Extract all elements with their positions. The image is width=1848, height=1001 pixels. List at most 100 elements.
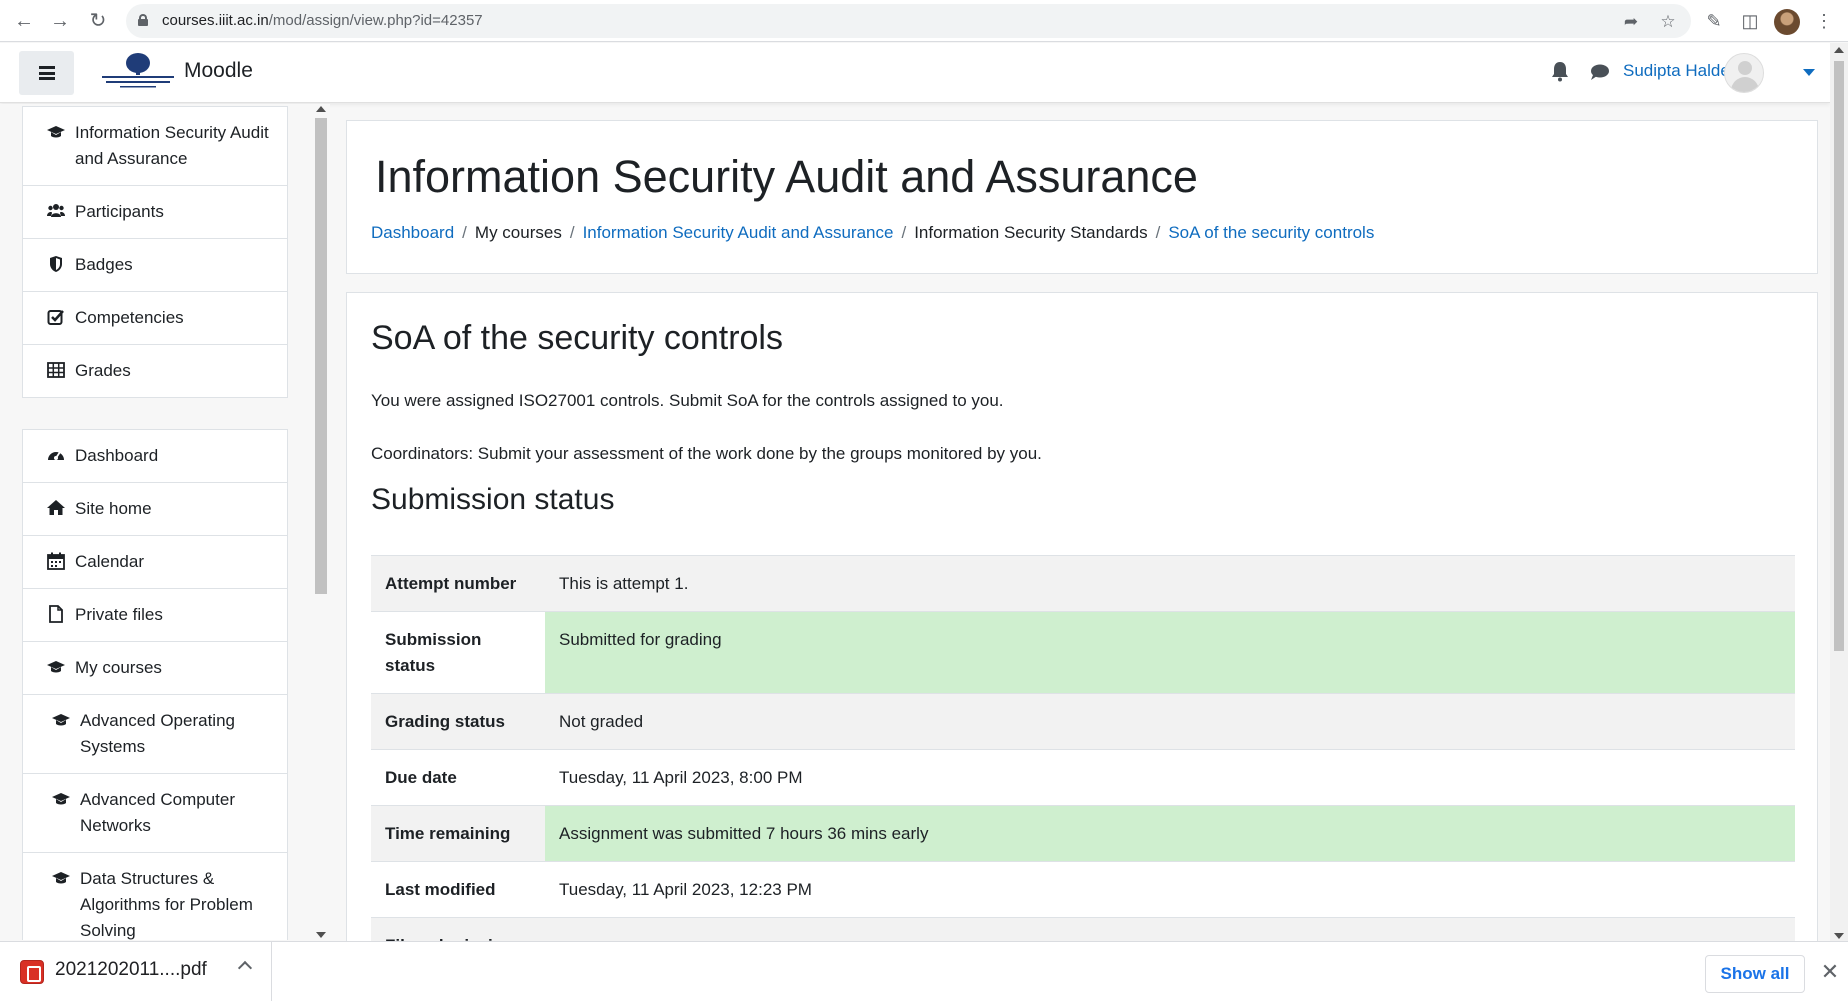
row-label: Due date <box>371 749 545 806</box>
user-menu-caret-icon[interactable] <box>1803 69 1815 76</box>
row-label: Attempt number <box>371 555 545 612</box>
graduation-cap-icon <box>52 793 70 805</box>
table-row: Last modified Tuesday, 11 April 2023, 12… <box>371 861 1795 918</box>
nav-course-home[interactable]: Information Security Audit and Assurance <box>23 107 287 186</box>
nav-badges[interactable]: Badges <box>23 239 287 292</box>
nav-participants[interactable]: Participants <box>23 186 287 239</box>
table-row: Grading status Not graded <box>371 693 1795 750</box>
extensions-icon[interactable]: ✎ <box>1703 10 1725 32</box>
hamburger-icon <box>39 66 55 80</box>
submission-status-table: Attempt number This is attempt 1. Submis… <box>371 555 1795 951</box>
breadcrumb-course[interactable]: Information Security Audit and Assurance <box>583 223 894 242</box>
page-header: Information Security Audit and Assurance… <box>346 120 1818 274</box>
download-item[interactable]: 2021202011....pdf <box>0 942 272 1001</box>
nav-label: Information Security Audit and Assurance <box>75 123 269 168</box>
table-row: Attempt number This is attempt 1. <box>371 555 1795 612</box>
dashboard-icon <box>48 451 64 460</box>
site-brand[interactable]: Moodle <box>184 59 253 83</box>
table-row: Time remaining Assignment was submitted … <box>371 805 1795 862</box>
users-icon <box>47 204 65 217</box>
breadcrumb-my-courses: My courses <box>474 223 562 242</box>
forward-icon[interactable]: → <box>48 9 72 33</box>
user-menu-name[interactable]: Sudipta Halder <box>1623 61 1735 81</box>
moodle-navbar: Moodle Sudipta Halder <box>0 43 1830 103</box>
table-row: Due date Tuesday, 11 April 2023, 8:00 PM <box>371 749 1795 806</box>
row-value: Not graded <box>545 693 1795 750</box>
graduation-cap-icon <box>52 872 70 884</box>
graduation-cap-icon <box>47 126 65 138</box>
graduation-cap-icon <box>52 714 70 726</box>
nav-private-files[interactable]: Private files <box>23 589 287 642</box>
submission-status-heading: Submission status <box>371 483 615 516</box>
nav-label: Advanced Operating Systems <box>80 711 235 756</box>
breadcrumb-assignment[interactable]: SoA of the security controls <box>1168 223 1374 242</box>
chevron-up-icon[interactable] <box>237 960 253 976</box>
file-icon <box>49 605 63 623</box>
bookmark-star-icon[interactable]: ☆ <box>1658 12 1678 32</box>
graduation-cap-icon <box>47 661 65 673</box>
nav-label: Competencies <box>75 308 184 327</box>
breadcrumb-section: Information Security Standards <box>914 223 1148 242</box>
messages-chat-icon[interactable] <box>1590 63 1610 81</box>
drawer-toggle-button[interactable] <box>19 51 74 95</box>
row-label: Last modified <box>371 861 545 918</box>
url-text[interactable]: courses.iiit.ac.in/mod/assign/view.php?i… <box>162 12 483 29</box>
site-nav-group: Dashboard Site home Calendar Private fil… <box>22 429 288 940</box>
close-icon[interactable]: ✕ <box>1818 957 1842 987</box>
reload-icon[interactable]: ↻ <box>86 9 110 33</box>
nav-grades[interactable]: Grades <box>23 345 287 397</box>
table-row: Submission status Submitted for grading <box>371 611 1795 694</box>
assignment-title: SoA of the security controls <box>371 319 783 357</box>
show-all-downloads-button[interactable]: Show all <box>1705 955 1805 993</box>
drawer-scrollbar[interactable] <box>314 104 328 940</box>
nav-label: Advanced Computer Networks <box>80 790 235 835</box>
nav-site-home[interactable]: Site home <box>23 483 287 536</box>
shield-icon <box>50 256 62 272</box>
nav-label: Site home <box>75 499 152 518</box>
row-value: Tuesday, 11 April 2023, 12:23 PM <box>545 861 1795 918</box>
nav-label: Grades <box>75 361 131 380</box>
nav-course-advanced-networks[interactable]: Advanced Computer Networks <box>23 774 287 853</box>
lock-icon[interactable] <box>138 14 148 26</box>
share-icon[interactable]: ➦ <box>1621 12 1641 32</box>
calendar-icon <box>47 552 65 570</box>
assignment-intro: You were assigned ISO27001 controls. Sub… <box>371 391 1004 410</box>
nav-label: Private files <box>75 605 163 624</box>
row-label: Grading status <box>371 693 545 750</box>
nav-course-dsa[interactable]: Data Structures & Algorithms for Problem… <box>23 853 287 940</box>
row-value: Tuesday, 11 April 2023, 8:00 PM <box>545 749 1795 806</box>
download-shelf: 2021202011....pdf Show all ✕ <box>0 941 1848 1001</box>
address-bar[interactable]: courses.iiit.ac.in/mod/assign/view.php?i… <box>126 4 1691 38</box>
nav-my-courses[interactable]: My courses <box>23 642 287 695</box>
nav-label: Data Structures & Algorithms for Problem… <box>80 869 253 940</box>
row-value: This is attempt 1. <box>545 555 1795 612</box>
nav-calendar[interactable]: Calendar <box>23 536 287 589</box>
nav-label: My courses <box>75 658 162 677</box>
pdf-file-icon <box>20 960 44 984</box>
notifications-bell-icon[interactable] <box>1550 60 1570 82</box>
table-icon <box>47 362 65 378</box>
browser-toolbar: ← → ↻ courses.iiit.ac.in/mod/assign/view… <box>0 0 1848 42</box>
breadcrumb: Dashboard / My courses / Information Securit… <box>371 223 1375 242</box>
nav-competencies[interactable]: Competencies <box>23 292 287 345</box>
side-panel-icon[interactable]: ◫ <box>1739 10 1761 32</box>
row-label: Time remaining <box>371 805 545 862</box>
assignment-content: SoA of the security controls You were as… <box>346 292 1818 952</box>
institute-logo[interactable] <box>98 51 178 91</box>
nav-label: Badges <box>75 255 133 274</box>
check-square-icon <box>47 310 64 325</box>
nav-label: Dashboard <box>75 446 159 465</box>
row-label: Submission status <box>371 611 545 694</box>
course-nav-group: Information Security Audit and Assurance… <box>22 106 288 398</box>
home-icon <box>47 500 65 515</box>
browser-menu-icon[interactable]: ⋮ <box>1813 10 1835 32</box>
browser-profile-avatar[interactable] <box>1774 9 1800 35</box>
assignment-intro: Coordinators: Submit your assessment of … <box>371 444 1042 463</box>
back-icon[interactable]: ← <box>12 9 36 33</box>
row-value: Submitted for grading <box>545 611 1795 694</box>
breadcrumb-dashboard[interactable]: Dashboard <box>371 223 454 242</box>
nav-course-advanced-os[interactable]: Advanced Operating Systems <box>23 695 287 774</box>
user-avatar[interactable] <box>1724 53 1764 93</box>
page-scrollbar[interactable] <box>1830 43 1848 943</box>
nav-dashboard[interactable]: Dashboard <box>23 430 287 483</box>
